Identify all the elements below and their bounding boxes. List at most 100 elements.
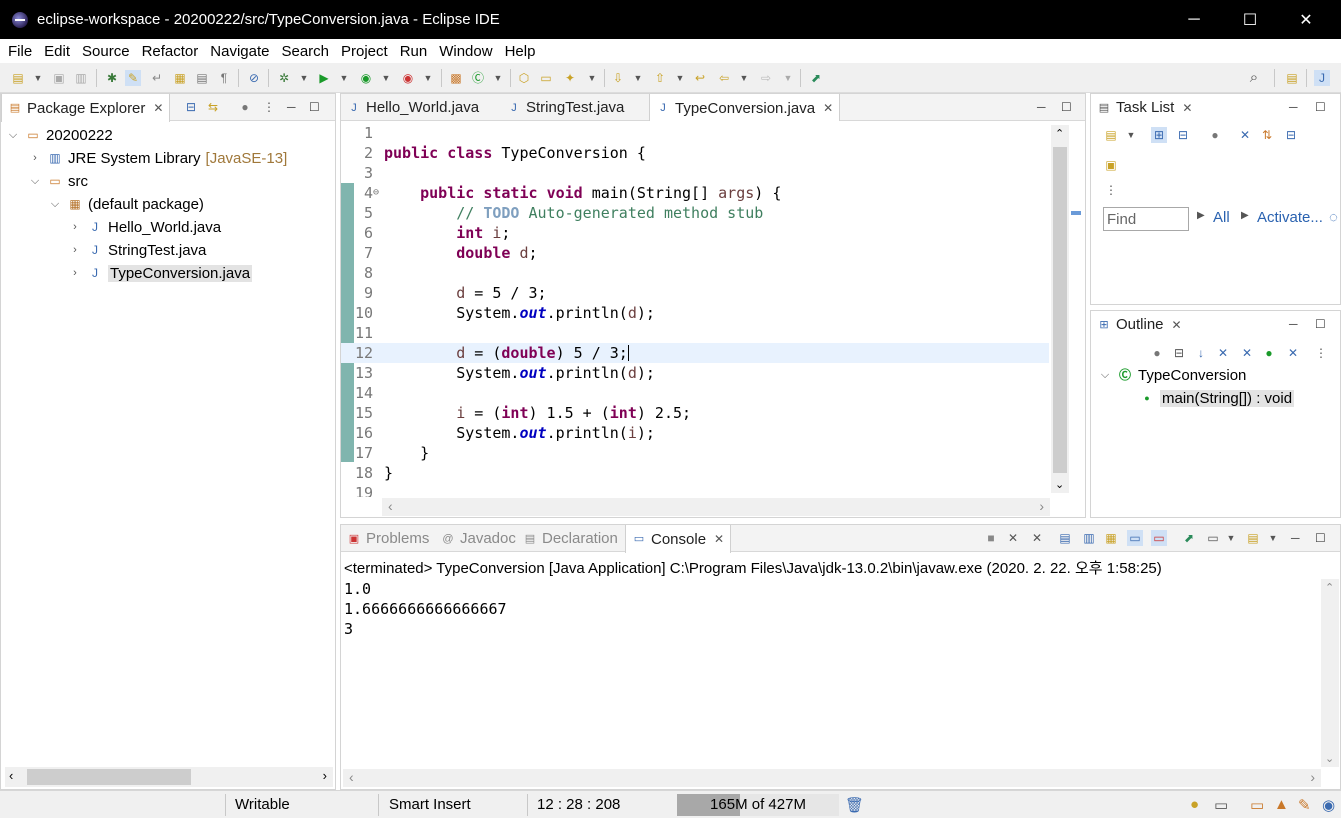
open-type-icon[interactable]: ✱ [104,70,120,86]
tree-item-project[interactable]: ⌵ ▭ 20200222 [7,124,113,146]
chevron-down-icon[interactable]: ▼ [490,70,506,86]
tab-console[interactable]: ▭ Console ✕ [625,525,732,553]
code-line[interactable]: 10 System.out.println(d); [341,303,1049,323]
chevron-right-icon[interactable]: › [69,221,81,233]
skip-breakpoints-icon[interactable]: ⊘ [246,70,262,86]
focus-icon[interactable]: ● [1207,127,1223,143]
code-line[interactable]: 13 System.out.println(d); [341,363,1049,383]
code-line[interactable]: 8 [341,263,1049,283]
close-icon[interactable]: ✕ [1172,318,1182,332]
tab-task-list[interactable]: ▤ Task List ✕ [1091,94,1198,121]
overview-ruler-marker[interactable] [1071,211,1081,215]
block-selection-icon[interactable]: ▦ [172,70,188,86]
menu-edit[interactable]: Edit [38,43,76,60]
clear-console-icon[interactable]: ▤ [1057,530,1073,546]
menu-navigate[interactable]: Navigate [204,43,275,60]
last-edit-location-icon[interactable]: ↩ [692,70,708,86]
tree-item-default-package[interactable]: ⌵ ▦ (default package) [49,193,204,215]
filters-icon[interactable]: ● [237,99,253,115]
maximize-view-icon[interactable]: ☐ [309,100,320,114]
fold-collapse-icon[interactable]: ⊖ [373,183,379,203]
scroll-left-icon[interactable]: ‹ [388,498,393,514]
chevron-down-icon[interactable]: ▼ [630,70,646,86]
show-on-output-icon[interactable]: ▭ [1127,530,1143,546]
scroll-left-icon[interactable]: ‹ [9,768,13,783]
tab-declaration[interactable]: ▤ Declaration [517,525,624,552]
focus-icon[interactable]: ● [1149,345,1165,361]
tip-bulb-icon[interactable]: ● [1190,796,1199,813]
open-task-icon[interactable]: ⬡ [516,70,532,86]
menu-run[interactable]: Run [394,43,434,60]
hide-completed-icon[interactable]: ✕ [1237,127,1253,143]
scroll-lock-icon[interactable]: ▥ [1081,530,1097,546]
open-console-icon[interactable]: ▤ [1245,530,1261,546]
tab-hello-world[interactable]: J Hello_World.java [341,94,485,121]
menu-project[interactable]: Project [335,43,394,60]
scroll-left-icon[interactable]: ‹ [349,769,354,785]
activate-link[interactable]: Activate... [1257,209,1323,226]
whitespace-icon[interactable]: ¶ [216,70,232,86]
close-window-button[interactable]: ✕ [1283,0,1329,39]
code-line[interactable]: 16 System.out.println(i); [341,423,1049,443]
show-on-error-icon[interactable]: ▭ [1151,530,1167,546]
minimize-button[interactable]: ─ [1171,0,1217,39]
categorized-icon[interactable]: ⊞ [1151,127,1167,143]
show-source-icon[interactable]: ▤ [194,70,210,86]
hide-static-icon[interactable]: ✕ [1239,345,1255,361]
cursor-position-status[interactable]: 12 : 28 : 208 [537,796,620,813]
scroll-thumb[interactable] [27,769,191,785]
maximize-button[interactable]: ☐ [1227,0,1273,39]
hide-local-types-icon[interactable]: ✕ [1285,345,1301,361]
minimize-view-icon[interactable]: ─ [1037,100,1046,114]
code-line[interactable]: 1 [341,123,1049,143]
tab-javadoc[interactable]: @ Javadoc [435,525,522,552]
outline-item-main[interactable]: ● main(String[]) : void [1139,387,1295,409]
tree-item-jre-library[interactable]: › ▥ JRE System Library [JavaSE-13] [29,147,287,169]
menu-source[interactable]: Source [76,43,136,60]
save-icon[interactable]: ▣ [51,70,67,86]
code-line[interactable]: 12 d = (double) 5 / 3; [341,343,1049,363]
scroll-right-icon[interactable]: › [1310,769,1315,785]
coverage-icon[interactable]: ◉ [358,70,374,86]
link-with-editor-icon[interactable]: ⇆ [205,99,221,115]
close-icon[interactable]: ✕ [153,101,163,115]
hide-non-public-icon[interactable]: ● [1261,345,1277,361]
collapse-all-icon[interactable]: ⊟ [183,99,199,115]
chevron-down-icon[interactable]: ▼ [736,70,752,86]
chevron-right-icon[interactable]: › [69,267,81,279]
scroll-thumb[interactable] [1053,147,1067,473]
minimize-view-icon[interactable]: ─ [1289,317,1298,331]
hide-fields-icon[interactable]: ✕ [1215,345,1231,361]
web-icon[interactable]: ◉ [1322,796,1335,814]
maximize-view-icon[interactable]: ☐ [1315,100,1326,114]
tab-outline[interactable]: ⊞ Outline ✕ [1091,311,1188,338]
close-icon[interactable]: ✕ [714,532,724,546]
chevron-right-icon[interactable]: › [69,244,81,256]
maximize-view-icon[interactable]: ☐ [1061,100,1072,114]
code-line[interactable]: 19 [341,483,1049,497]
code-line[interactable]: 7 double d; [341,243,1049,263]
new-task-icon[interactable]: ▤ [1103,127,1119,143]
next-annotation-icon[interactable]: ⇩ [610,70,626,86]
synchronize-icon[interactable]: ⇅ [1259,127,1275,143]
chevron-down-icon[interactable]: ⌵ [7,129,19,142]
code-line[interactable]: 6 int i; [341,223,1049,243]
chevron-down-icon[interactable]: ▼ [1123,127,1139,143]
menu-refactor[interactable]: Refactor [136,43,205,60]
close-icon[interactable]: ✕ [1182,101,1192,115]
graduation-cap-icon[interactable]: ▲ [1274,796,1289,813]
chevron-down-icon[interactable]: ▼ [420,70,436,86]
package-explorer-hscroll[interactable]: ‹ › [5,767,333,787]
search-icon[interactable]: ⌕ [1246,70,1262,86]
tab-type-conversion[interactable]: J TypeConversion.java ✕ [649,94,841,122]
notifications-icon[interactable]: ▭ [1214,796,1228,814]
scroll-up-icon[interactable]: ⌃ [1325,581,1334,594]
word-wrap-icon[interactable]: ↵ [149,70,165,86]
code-line[interactable]: 4 public static void main(String[] args)… [341,183,1049,203]
save-all-icon[interactable]: ▥ [73,70,89,86]
minimize-view-icon[interactable]: ─ [1289,100,1298,114]
close-icon[interactable]: ✕ [823,101,833,115]
code-line[interactable]: 18} [341,463,1049,483]
heap-status[interactable]: 165M of 427M [677,794,839,816]
chevron-down-icon[interactable]: ▼ [672,70,688,86]
